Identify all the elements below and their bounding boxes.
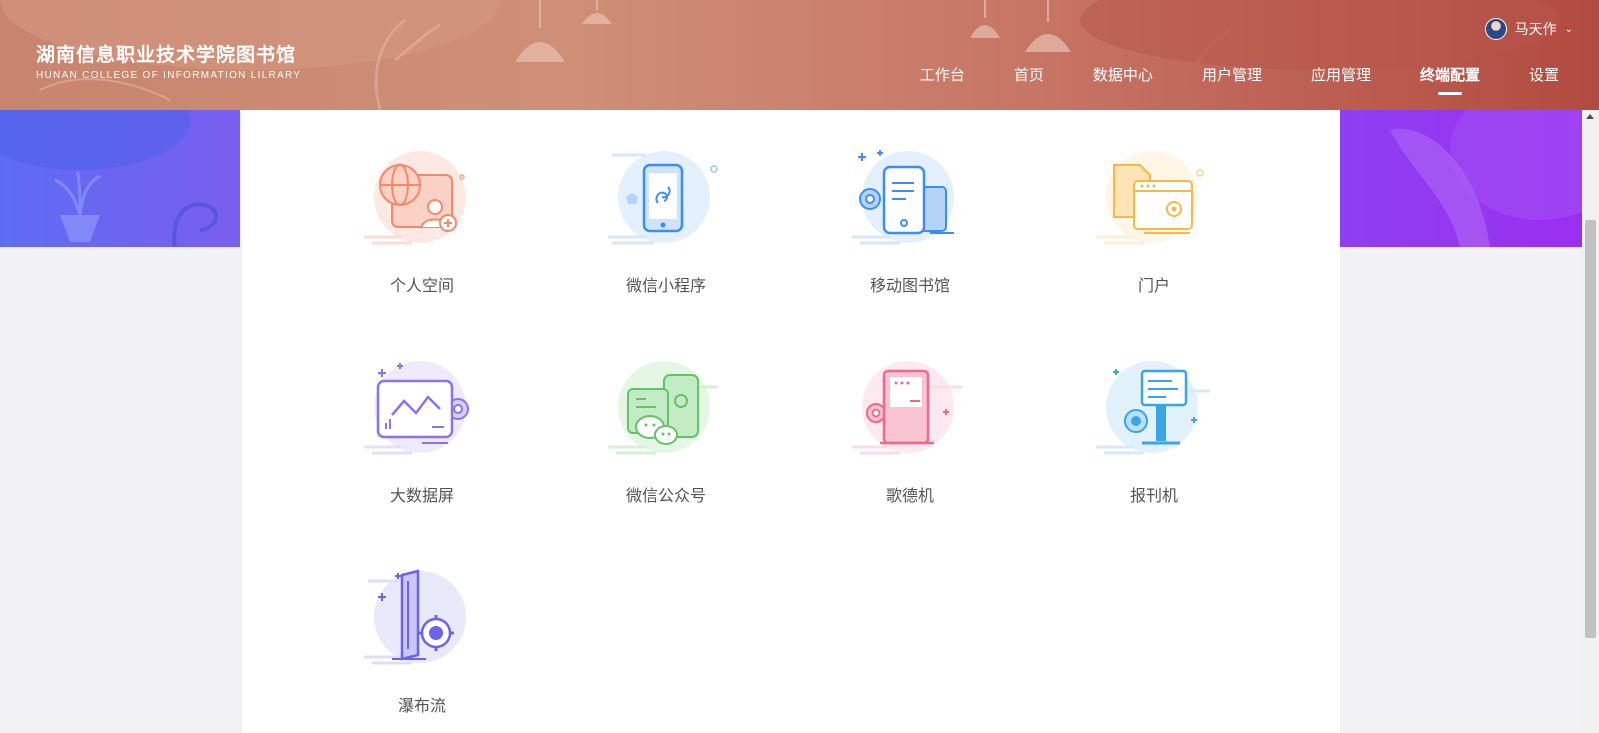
nav-item-terminal-config[interactable]: 终端配置: [1420, 64, 1480, 85]
tile-personal-space[interactable]: 个人空间: [332, 147, 512, 296]
nav-item-app-management[interactable]: 应用管理: [1311, 64, 1371, 85]
personal-space-icon: [364, 151, 466, 245]
user-avatar: [1484, 18, 1507, 40]
scrollbar-thumb[interactable]: [1585, 220, 1596, 638]
nav-item-data-center[interactable]: 数据中心: [1093, 64, 1153, 85]
wechat-miniprogram-icon: [608, 151, 718, 245]
terminal-config-panel: 个人空间 微信小程序 移动图书馆 门户 大数据屏 微信公众号 歌德机 报刊机 瀑…: [242, 110, 1340, 733]
bigdata-screen-icon: [364, 361, 469, 455]
tile-wechat-miniprogram[interactable]: 微信小程序: [576, 147, 756, 296]
tile-wechat-official[interactable]: 微信公众号: [576, 357, 756, 506]
left-banner: [0, 110, 240, 247]
brand-logo[interactable]: 湖南信息职业技术学院图书馆 HUNAN COLLEGE OF INFORMATI…: [36, 40, 301, 81]
nav-item-home[interactable]: 首页: [1014, 64, 1044, 85]
goethe-kiosk-icon: [852, 361, 962, 455]
tile-mobile-library[interactable]: 移动图书馆: [820, 147, 1000, 296]
tile-label: 歌德机: [885, 488, 934, 505]
brand-title-en: HUNAN COLLEGE OF INFORMATION LILRARY: [36, 70, 302, 81]
tile-label: 大数据屏: [389, 488, 454, 505]
left-banner-decoration: [0, 110, 219, 247]
right-banner-decoration: [1390, 110, 1582, 247]
tile-label: 报刊机: [1129, 488, 1178, 505]
tile-label: 门户: [1137, 278, 1170, 295]
waterfall-icon: [364, 569, 466, 665]
newspaper-kiosk-icon: [1096, 361, 1210, 455]
right-banner: [1340, 110, 1582, 247]
brand-title-cn: 湖南信息职业技术学院图书馆: [36, 45, 297, 66]
tile-newspaper-kiosk[interactable]: 报刊机: [1064, 357, 1244, 506]
tile-label: 移动图书馆: [869, 278, 950, 295]
tile-goethe-kiosk[interactable]: 歌德机: [820, 357, 1000, 506]
tile-label: 微信小程序: [625, 278, 706, 295]
tile-bigdata-screen[interactable]: 大数据屏: [332, 357, 512, 506]
tile-label: 微信公众号: [625, 488, 706, 505]
page-scrollbar[interactable]: [1582, 110, 1599, 733]
main-nav: 工作台 首页 数据中心 用户管理 应用管理 终端配置 设置: [871, 64, 1559, 85]
portal-icon: [1096, 151, 1204, 245]
tile-label: 个人空间: [389, 278, 454, 295]
nav-item-settings[interactable]: 设置: [1529, 64, 1559, 85]
tile-label: 瀑布流: [397, 698, 446, 715]
chevron-down-icon: ⌄: [1564, 23, 1573, 35]
user-name: 马天作: [1514, 21, 1557, 37]
tile-waterfall[interactable]: 瀑布流: [332, 567, 512, 716]
nav-item-workbench[interactable]: 工作台: [920, 64, 965, 85]
scroll-up-icon[interactable]: [1586, 114, 1594, 119]
wechat-official-icon: [608, 361, 718, 455]
tile-portal[interactable]: 门户: [1064, 147, 1244, 296]
nav-item-user-management[interactable]: 用户管理: [1202, 64, 1262, 85]
user-menu[interactable]: 马天作 ⌄: [1484, 18, 1573, 40]
top-header: 湖南信息职业技术学院图书馆 HUNAN COLLEGE OF INFORMATI…: [0, 0, 1599, 110]
mobile-library-icon: [852, 150, 954, 245]
